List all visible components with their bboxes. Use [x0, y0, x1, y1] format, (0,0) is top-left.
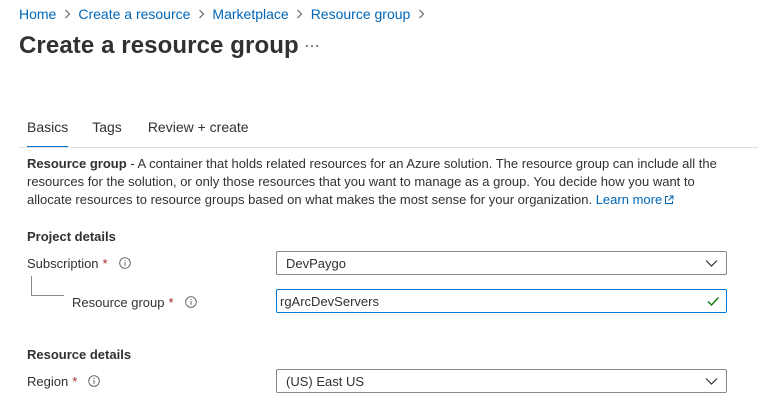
description-lead: Resource group	[27, 156, 127, 171]
chevron-right-icon	[410, 6, 432, 22]
resource-group-label: Resource group *	[72, 293, 197, 311]
resource-group-label-text: Resource group	[72, 294, 165, 310]
chevron-down-icon	[705, 260, 718, 267]
region-value: (US) East US	[286, 373, 365, 389]
chevron-right-icon	[289, 6, 311, 22]
breadcrumb-marketplace[interactable]: Marketplace	[212, 6, 288, 22]
region-dropdown[interactable]: (US) East US	[276, 369, 727, 393]
resource-group-field[interactable]	[276, 289, 727, 313]
required-marker: *	[168, 294, 174, 310]
subscription-label-text: Subscription	[27, 255, 99, 271]
tree-connector	[31, 276, 64, 296]
chevron-right-icon	[56, 6, 78, 22]
region-label-text: Region	[27, 373, 69, 389]
info-icon[interactable]	[118, 257, 131, 269]
external-link-icon	[665, 195, 674, 204]
tab-tags[interactable]: Tags	[92, 118, 122, 148]
info-icon[interactable]	[88, 375, 101, 387]
resource-group-description: Resource group - A container that holds …	[27, 155, 727, 209]
resource-details-heading: Resource details	[27, 347, 132, 362]
breadcrumb-home[interactable]: Home	[19, 6, 56, 22]
learn-more-link[interactable]: Learn more	[596, 192, 674, 207]
chevron-right-icon	[190, 6, 212, 22]
resource-group-input[interactable]	[280, 293, 680, 309]
breadcrumb: Home Create a resource Marketplace Resou…	[19, 6, 432, 22]
learn-more-label: Learn more	[595, 192, 663, 207]
ellipsis-icon	[306, 45, 318, 47]
breadcrumb-resource-group[interactable]: Resource group	[311, 6, 411, 22]
project-details-heading: Project details	[27, 229, 116, 244]
info-icon[interactable]	[184, 296, 197, 308]
subscription-label: Subscription *	[27, 254, 131, 272]
breadcrumb-create-a-resource[interactable]: Create a resource	[78, 6, 190, 22]
tab-list: Basics Tags Review + create	[27, 118, 249, 148]
subscription-value: DevPaygo	[286, 255, 346, 271]
tabs-divider	[19, 147, 758, 148]
checkmark-icon	[707, 297, 720, 307]
chevron-down-icon	[705, 378, 718, 385]
tab-review-create[interactable]: Review + create	[148, 118, 249, 148]
required-marker: *	[102, 255, 108, 271]
region-label: Region *	[27, 372, 101, 390]
subscription-dropdown[interactable]: DevPaygo	[276, 251, 727, 275]
required-marker: *	[72, 373, 78, 389]
tab-basics[interactable]: Basics	[27, 118, 69, 148]
page-title: Create a resource group	[19, 32, 299, 59]
more-options-button[interactable]	[300, 36, 324, 56]
